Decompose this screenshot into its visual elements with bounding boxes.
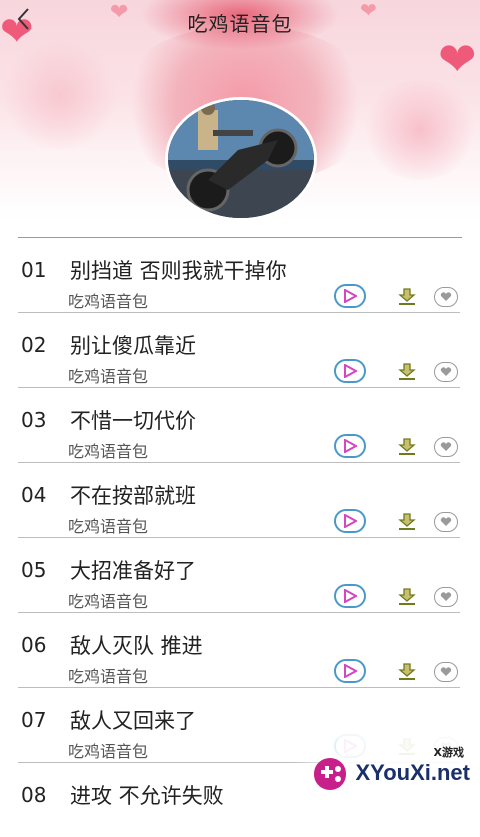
item-number: 03 (21, 408, 47, 432)
flower-decoration (360, 80, 480, 180)
item-subtitle: 吃鸡语音包 (68, 742, 149, 761)
favorite-button[interactable] (434, 287, 458, 307)
item-title: 敌人灭队 推进 (70, 634, 203, 658)
item-number: 01 (21, 258, 47, 282)
play-icon (344, 364, 357, 378)
download-button[interactable] (396, 511, 418, 533)
favorite-button[interactable] (434, 587, 458, 607)
list-item[interactable]: 03 不惜一切代价 吃鸡语音包 (18, 388, 460, 463)
favorite-button[interactable] (434, 662, 458, 682)
gamepad-logo-icon (314, 758, 346, 790)
heart-icon: ❤ (438, 32, 477, 86)
watermark-brand-text: XYouXi.net (355, 760, 471, 785)
play-icon (344, 439, 357, 453)
heart-icon (440, 367, 452, 376)
list-item[interactable]: 02 别让傻瓜靠近 吃鸡语音包 (18, 313, 460, 388)
play-button[interactable] (334, 284, 366, 308)
play-button[interactable] (334, 359, 366, 383)
item-number: 02 (21, 333, 47, 357)
item-number: 07 (21, 708, 47, 732)
item-subtitle: 吃鸡语音包 (68, 517, 149, 536)
list-item[interactable]: 01 别挡道 否则我就干掉你 吃鸡语音包 (18, 238, 460, 313)
download-icon (398, 663, 416, 680)
item-subtitle: 吃鸡语音包 (68, 367, 149, 386)
download-button[interactable] (396, 436, 418, 458)
item-title: 进攻 不允许失败 (70, 784, 224, 808)
page-title: 吃鸡语音包 (187, 12, 293, 36)
list-item[interactable]: 04 不在按部就班 吃鸡语音包 (18, 463, 460, 538)
item-number: 04 (21, 483, 47, 507)
item-subtitle: 吃鸡语音包 (68, 292, 149, 311)
download-button[interactable] (396, 286, 418, 308)
favorite-button[interactable] (434, 362, 458, 382)
watermark-small-text: X游戏 (433, 746, 464, 759)
download-icon (398, 438, 416, 455)
item-number: 05 (21, 558, 47, 582)
item-title: 不在按部就班 (70, 484, 196, 508)
download-icon (398, 588, 416, 605)
item-subtitle: 吃鸡语音包 (68, 592, 149, 611)
heart-icon (440, 517, 452, 526)
list-item[interactable]: 05 大招准备好了 吃鸡语音包 (18, 538, 460, 613)
play-button[interactable] (334, 434, 366, 458)
download-icon (398, 363, 416, 380)
item-title: 别让傻瓜靠近 (70, 334, 196, 358)
play-button[interactable] (334, 584, 366, 608)
avatar (168, 100, 314, 218)
motorcycle-image (168, 100, 314, 218)
item-number: 08 (21, 783, 47, 807)
favorite-button[interactable] (434, 512, 458, 532)
header-banner: ❤ ❤ ❤ ❤ 吃鸡语音包 (0, 0, 480, 220)
favorite-button[interactable] (434, 437, 458, 457)
download-button[interactable] (396, 586, 418, 608)
download-button[interactable] (396, 661, 418, 683)
play-icon (344, 514, 357, 528)
heart-icon (440, 667, 452, 676)
play-icon (344, 589, 357, 603)
item-title: 大招准备好了 (70, 559, 196, 583)
play-icon (344, 664, 357, 678)
play-icon (344, 289, 357, 303)
download-button[interactable] (396, 361, 418, 383)
item-title: 不惜一切代价 (70, 409, 196, 433)
download-icon (398, 513, 416, 530)
item-subtitle: 吃鸡语音包 (68, 442, 149, 461)
download-icon (398, 288, 416, 305)
play-button[interactable] (334, 659, 366, 683)
item-number: 06 (21, 633, 47, 657)
heart-icon (440, 442, 452, 451)
flower-decoration (0, 40, 120, 150)
item-title: 别挡道 否则我就干掉你 (70, 259, 287, 283)
item-subtitle: 吃鸡语音包 (68, 667, 149, 686)
list-item[interactable]: 06 敌人灭队 推进 吃鸡语音包 (18, 613, 460, 688)
watermark: X游戏 XYouXi.net (292, 734, 480, 800)
heart-icon (440, 292, 452, 301)
play-button[interactable] (334, 509, 366, 533)
item-title: 敌人又回来了 (70, 709, 196, 733)
heart-icon (440, 592, 452, 601)
